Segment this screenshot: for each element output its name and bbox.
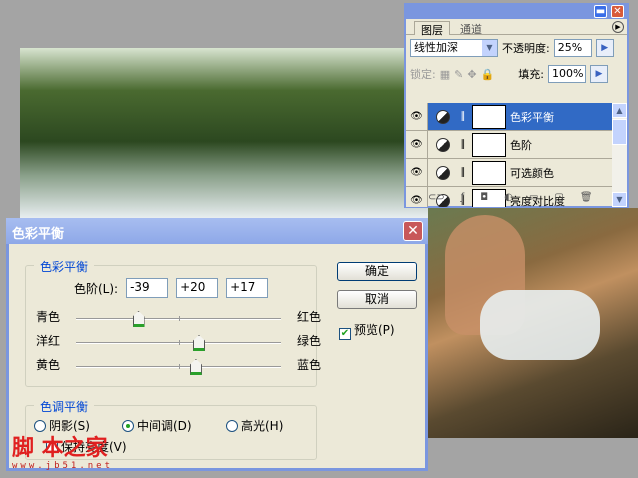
slider-yellow-blue: 黄色 蓝色 — [36, 356, 321, 378]
slider-track[interactable] — [76, 311, 281, 327]
radio-midtones[interactable]: 中间调(D) — [122, 417, 192, 434]
radio-icon — [226, 420, 238, 432]
link-icon[interactable]: ∥ — [458, 139, 468, 150]
group-label: 色彩平衡 — [34, 258, 95, 275]
minimize-icon[interactable]: ▬ — [594, 5, 607, 18]
scroll-thumb[interactable] — [612, 119, 627, 145]
radio-label: 高光(H) — [241, 419, 284, 433]
lock-move-icon[interactable]: ✥ — [467, 68, 476, 81]
chevron-down-icon: ▼ — [482, 40, 497, 56]
color-balance-group: 色彩平衡 色阶(L): -39 +20 +17 青色 红色 洋红 绿色 黄色 蓝色 — [25, 258, 321, 387]
new-adjustment-icon[interactable]: ◐ — [504, 192, 513, 203]
watermark-url: www.jb51.net — [12, 461, 114, 471]
new-layer-icon[interactable]: ▢ — [554, 192, 563, 203]
slider-left-label: 黄色 — [36, 358, 61, 372]
trash-icon[interactable]: 🗑 — [580, 192, 593, 203]
lock-paint-icon[interactable]: ✎ — [454, 68, 463, 81]
levels-label: 色阶(L): — [74, 281, 119, 296]
photo-dress — [480, 290, 600, 360]
link-icon[interactable]: ∥ — [458, 111, 468, 122]
slider-left-label: 青色 — [36, 310, 61, 324]
slider-knob[interactable] — [193, 335, 205, 351]
layer-item[interactable]: 👁 ∥ 色阶 — [406, 131, 614, 159]
fill-input[interactable]: 100% — [547, 65, 586, 83]
slider-cyan-red: 青色 红色 — [36, 308, 321, 330]
layer-style-icon[interactable]: ƒ — [461, 192, 465, 203]
watermark-logo: 脚 本之家 — [12, 435, 108, 461]
layer-item[interactable]: 👁 ∥ 色彩平衡 — [406, 103, 614, 131]
eye-icon[interactable]: 👁 — [406, 131, 428, 158]
blend-mode-select[interactable]: 线性加深 ▼ — [410, 39, 498, 57]
slider-knob[interactable] — [132, 311, 145, 327]
opacity-input[interactable]: 25% — [553, 39, 592, 57]
opacity-label: 不透明度: — [502, 42, 550, 55]
eye-icon[interactable]: 👁 — [406, 103, 428, 130]
new-group-icon[interactable]: ▭ — [529, 192, 538, 203]
lock-label: 锁定: — [410, 68, 436, 81]
tab-layers[interactable]: 图层 — [414, 21, 450, 37]
slider-track[interactable] — [76, 359, 281, 375]
close-icon[interactable]: ✕ — [611, 5, 624, 18]
opacity-slider-button[interactable]: ▶ — [595, 39, 614, 57]
fill-label: 填充: — [518, 68, 544, 81]
radio-icon — [122, 420, 134, 432]
panel-menu-icon[interactable]: ▶ — [612, 21, 624, 33]
layer-name: 色阶 — [510, 138, 532, 152]
level-magenta-green-input[interactable]: +20 — [176, 278, 219, 298]
scroll-up-icon[interactable]: ▲ — [612, 103, 627, 118]
layer-mask-thumbnail — [472, 160, 506, 185]
layers-toolbar: ⊂⊃ ƒ ◘ ◐ ▭ ▢ 🗑 — [406, 188, 627, 206]
fill-slider-button[interactable]: ▶ — [589, 65, 608, 83]
lock-all-icon[interactable]: 🔒 — [481, 68, 495, 81]
layer-name: 色彩平衡 — [510, 110, 554, 124]
slider-left-label: 洋红 — [36, 334, 61, 348]
close-icon[interactable]: ✕ — [403, 221, 423, 241]
level-cyan-red-input[interactable]: -39 — [126, 278, 169, 298]
add-mask-icon[interactable]: ◘ — [480, 192, 488, 203]
forest-photo — [20, 48, 430, 218]
slider-track[interactable] — [76, 335, 281, 351]
checkmark-icon: ✔ — [339, 328, 351, 340]
layer-mask-thumbnail — [472, 104, 506, 129]
adjustment-icon — [436, 109, 450, 124]
tab-channels[interactable]: 通道 — [454, 21, 488, 36]
slider-right-label: 绿色 — [296, 334, 321, 348]
link-layers-icon[interactable]: ⊂⊃ — [428, 192, 445, 203]
slider-magenta-green: 洋红 绿色 — [36, 332, 321, 354]
adjustment-icon — [436, 137, 450, 152]
layers-panel: ▬ ✕ 图层 通道 ▶ 线性加深 ▼ 不透明度: 25% ▶ 锁定: ▦ ✎ ✥ … — [404, 3, 629, 208]
link-icon[interactable]: ∥ — [458, 167, 468, 178]
preview-label: 预览(P) — [354, 323, 395, 337]
radio-label: 中间调(D) — [137, 419, 192, 433]
layer-item[interactable]: 👁 ∥ 可选颜色 — [406, 159, 614, 187]
blend-mode-value: 线性加深 — [414, 41, 458, 54]
dialog-titlebar[interactable]: 色彩平衡 ✕ — [6, 218, 428, 244]
dialog-title: 色彩平衡 — [12, 227, 65, 242]
level-yellow-blue-input[interactable]: +17 — [226, 278, 269, 298]
cancel-button[interactable]: 取消 — [337, 290, 417, 309]
radio-highlights[interactable]: 高光(H) — [226, 417, 283, 434]
ok-button[interactable]: 确定 — [337, 262, 417, 281]
adjustment-icon — [436, 165, 450, 180]
preview-checkbox[interactable]: ✔ 预览(P) — [339, 321, 395, 340]
slider-knob[interactable] — [189, 359, 202, 375]
group-label: 色调平衡 — [34, 398, 95, 415]
slider-right-label: 红色 — [296, 310, 321, 324]
layer-mask-thumbnail — [472, 132, 506, 157]
eye-icon[interactable]: 👁 — [406, 159, 428, 186]
slider-right-label: 蓝色 — [296, 358, 321, 372]
layer-name: 可选颜色 — [510, 166, 554, 180]
lock-transparency-icon[interactable]: ▦ — [440, 68, 450, 81]
